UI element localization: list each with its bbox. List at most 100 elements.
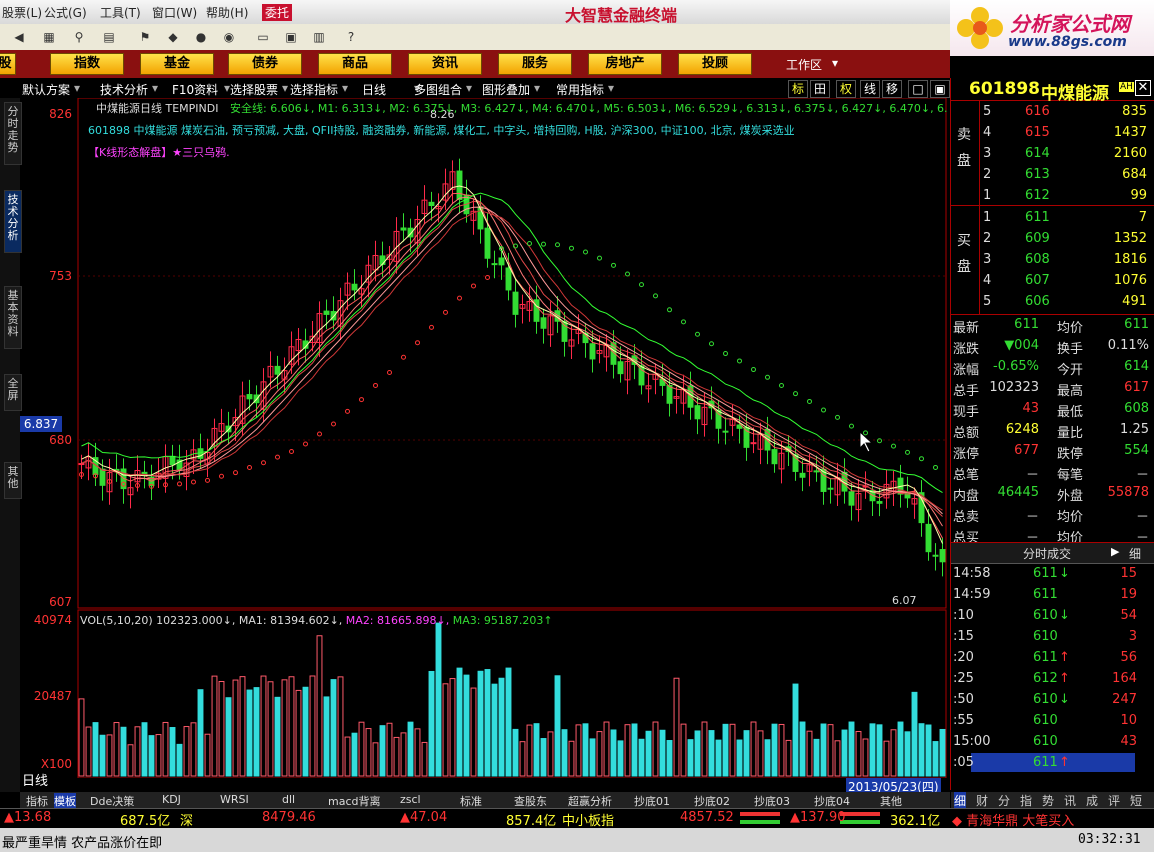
- panel-tab[interactable]: 分: [998, 792, 1010, 809]
- dropdown-arrow-icon[interactable]: ▾: [282, 81, 288, 95]
- nav-button[interactable]: 债券: [228, 53, 302, 75]
- volume-bar: [701, 721, 708, 777]
- template-tab[interactable]: 其他: [880, 793, 902, 809]
- template-tab[interactable]: dll: [282, 793, 295, 806]
- books-icon[interactable]: ▥: [310, 28, 328, 46]
- chart-header: 中煤能源日线 TEMPINDI: [96, 102, 219, 115]
- panel-tab[interactable]: 评: [1108, 792, 1120, 809]
- play-icon[interactable]: ▶: [1111, 545, 1119, 558]
- dropdown-arrow-icon[interactable]: ▾: [342, 81, 348, 95]
- chart-canvas[interactable]: 8267536806074097420487X1008.266.072012/1…: [20, 97, 950, 793]
- chart-icon[interactable]: ▦: [40, 28, 58, 46]
- window-icon[interactable]: ▣: [282, 28, 300, 46]
- left-tab[interactable]: 全屏: [4, 374, 22, 411]
- template-tab[interactable]: 查股东: [514, 793, 547, 809]
- chart-toolbar-item[interactable]: 常用指标: [556, 81, 604, 98]
- flag-icon[interactable]: ⚑: [136, 28, 154, 46]
- menu-item[interactable]: 公式(G): [44, 4, 87, 21]
- help-icon[interactable]: ?: [342, 28, 360, 46]
- nav-button[interactable]: 资讯: [408, 53, 482, 75]
- alert-icon[interactable]: ●: [192, 28, 210, 46]
- menu-item[interactable]: 窗口(W): [152, 4, 197, 21]
- nav-button[interactable]: 基金: [140, 53, 214, 75]
- menu-item[interactable]: 委托: [262, 4, 293, 21]
- template-tab[interactable]: 标准: [460, 793, 482, 809]
- ratio-bar-green-2: [840, 820, 880, 824]
- nav-button[interactable]: 投顾: [678, 53, 752, 75]
- panel-tab[interactable]: 指: [1020, 792, 1032, 809]
- left-tab[interactable]: 分时走势: [4, 102, 22, 165]
- template-tab[interactable]: KDJ: [162, 793, 181, 806]
- candle-body: [659, 378, 666, 386]
- chart-toolbar-item[interactable]: 技术分析: [100, 81, 148, 98]
- chart-mode-button[interactable]: □: [908, 80, 928, 98]
- template-tab[interactable]: macd背离: [328, 793, 381, 809]
- template-tab[interactable]: WRSI: [220, 793, 249, 806]
- panel-tab[interactable]: 势: [1042, 792, 1054, 809]
- binoculars-icon[interactable]: ⚲: [70, 28, 88, 46]
- volume-bar: [813, 738, 820, 777]
- panel-tab[interactable]: 财: [976, 792, 988, 809]
- panel-tab[interactable]: 成: [1086, 792, 1098, 809]
- template-tab[interactable]: 抄底01: [634, 793, 670, 809]
- chart-toolbar-item[interactable]: 选择指标: [290, 81, 338, 98]
- diamond-icon[interactable]: ◆: [164, 28, 182, 46]
- dropdown-arrow-icon[interactable]: ▾: [608, 81, 614, 95]
- workarea-dropdown-icon[interactable]: ▾: [832, 56, 838, 70]
- kline-chart[interactable]: 8267536806074097420487X1008.266.072012/1…: [20, 97, 950, 795]
- chart-mode-button[interactable]: 标: [788, 80, 808, 98]
- chart-toolbar-item[interactable]: F10资料: [172, 81, 218, 98]
- template-tab[interactable]: 抄底02: [694, 793, 730, 809]
- period-label[interactable]: 日线: [22, 770, 49, 789]
- left-tab[interactable]: 技术分析: [4, 190, 22, 253]
- chart-toolbar-item[interactable]: 图形叠加: [482, 81, 530, 98]
- dotted-trend-point: [345, 408, 350, 414]
- print-icon[interactable]: ▭: [254, 28, 272, 46]
- chart-mode-button[interactable]: 移: [882, 80, 902, 98]
- d-icon[interactable]: ◉: [220, 28, 238, 46]
- menu-item[interactable]: 股票(L): [2, 4, 42, 21]
- chart-mode-button[interactable]: 田: [810, 80, 830, 98]
- dropdown-arrow-icon[interactable]: ▾: [534, 81, 540, 95]
- dropdown-arrow-icon[interactable]: ▾: [466, 81, 472, 95]
- chart-mode-button[interactable]: 权: [836, 80, 856, 98]
- template-tab[interactable]: 指标: [26, 793, 48, 809]
- back-icon[interactable]: ◀: [10, 28, 28, 46]
- ticker-text[interactable]: 最严重旱情 农产品涨价在即: [2, 832, 162, 851]
- left-tab[interactable]: 其他: [4, 462, 22, 499]
- dropdown-arrow-icon[interactable]: ▾: [152, 81, 158, 95]
- ticks-detail-button[interactable]: 细: [1129, 545, 1141, 562]
- chart-mode-button[interactable]: ▣: [930, 80, 950, 98]
- nav-button[interactable]: 服务: [498, 53, 572, 75]
- bid-level: 1: [983, 210, 992, 225]
- template-tab[interactable]: 抄底04: [814, 793, 850, 809]
- template-tab[interactable]: Dde决策: [90, 793, 134, 809]
- template-tab[interactable]: 抄底03: [754, 793, 790, 809]
- template-tab[interactable]: 模板: [54, 793, 76, 809]
- template-tab[interactable]: zscl: [400, 793, 421, 806]
- chart-toolbar-item[interactable]: 默认方案: [22, 81, 70, 98]
- menu-item[interactable]: 工具(T): [100, 4, 141, 21]
- status-item: 687.5亿: [120, 814, 171, 829]
- chart-toolbar-item[interactable]: 日线: [362, 81, 386, 98]
- panel-tab[interactable]: 短: [1130, 792, 1142, 809]
- nav-button[interactable]: 指数: [50, 53, 124, 75]
- left-tab[interactable]: 基本资料: [4, 286, 22, 349]
- template-tab[interactable]: 超赢分析: [568, 793, 612, 809]
- nav-button[interactable]: 房地产: [588, 53, 662, 75]
- chart-mode-button[interactable]: 线: [860, 80, 880, 98]
- menu-item[interactable]: 帮助(H): [206, 4, 248, 21]
- panel-tab[interactable]: 细: [954, 792, 967, 809]
- stat-value: ▼004: [1004, 338, 1039, 353]
- panel-tab[interactable]: 讯: [1064, 792, 1076, 809]
- chart-toolbar-item[interactable]: 多图组合: [414, 81, 462, 98]
- chart-toolbar-item[interactable]: 选择股票: [230, 81, 278, 98]
- workarea-label[interactable]: 工作区: [786, 56, 822, 73]
- grid-icon[interactable]: ▤: [100, 28, 118, 46]
- ticks-header: 分时成交: [1023, 547, 1072, 561]
- nav-button[interactable]: 商品: [318, 53, 392, 75]
- close-icon[interactable]: ✕: [1135, 80, 1151, 96]
- volume-bar: [288, 676, 295, 777]
- nav-edge-button[interactable]: 股: [0, 53, 16, 75]
- dropdown-arrow-icon[interactable]: ▾: [74, 81, 80, 95]
